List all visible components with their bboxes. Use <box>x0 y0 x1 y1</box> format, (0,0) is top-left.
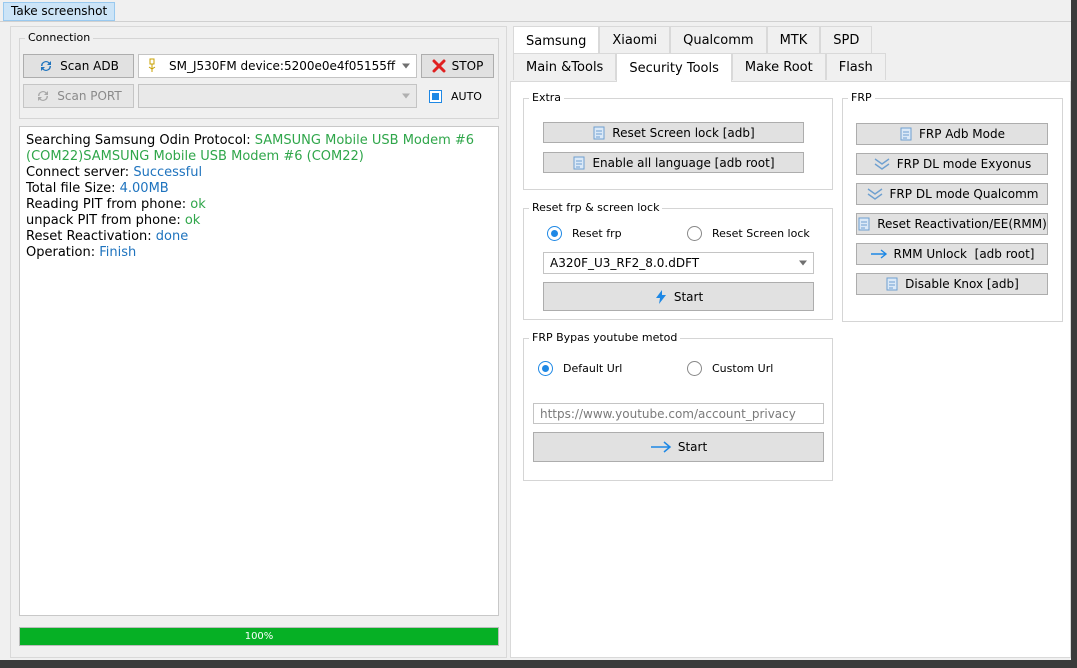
tab-main-tools[interactable]: Main &Tools <box>513 53 617 80</box>
top-bar: Take screenshot <box>0 0 1077 22</box>
disable-knox-button[interactable]: Disable Knox [adb] <box>856 273 1048 295</box>
arrow-right-icon <box>650 441 671 453</box>
scan-adb-label: Scan ADB <box>60 59 119 73</box>
reset-frp-start-button[interactable]: Start <box>543 282 814 311</box>
log-line: unpack PIT from phone: ok <box>26 213 201 228</box>
auto-label: AUTO <box>451 90 482 103</box>
double-chevron-down-icon <box>867 188 882 200</box>
frp-adb-mode-button[interactable]: FRP Adb Mode <box>856 123 1048 145</box>
close-icon <box>432 59 446 73</box>
firmware-select[interactable]: A320F_U3_RF2_8.0.dDFT <box>543 252 814 274</box>
refresh-icon <box>41 61 52 71</box>
lightning-icon <box>655 289 666 304</box>
log-line: Connect server: Successful <box>26 165 203 180</box>
scan-adb-button[interactable]: Scan ADB <box>23 54 134 78</box>
youtube-url-input[interactable]: https://www.youtube.com/account_privacy <box>533 403 824 424</box>
right-panel: Samsung Xiaomi Qualcomm MTK SPD Main &To… <box>510 26 1071 658</box>
auto-checkbox[interactable] <box>429 90 442 103</box>
connection-legend: Connection <box>25 31 94 44</box>
radio-reset-screen-lock[interactable]: Reset Screen lock <box>687 226 810 241</box>
tab-make-root[interactable]: Make Root <box>731 53 826 80</box>
device-value: SM_J530FM device:5200e0e4f05155ff <box>169 59 396 73</box>
radio-unselected-icon <box>687 361 702 376</box>
log-output: Searching Samsung Odin Protocol: SAMSUNG… <box>19 126 499 616</box>
log-line: Total file Size: 4.00MB <box>26 181 169 196</box>
usb-icon <box>148 58 156 72</box>
brand-tabs: Samsung Xiaomi Qualcomm MTK SPD <box>513 26 873 55</box>
log-line: Reset Reactivation: done <box>26 229 189 244</box>
document-icon <box>858 217 870 231</box>
extra-legend: Extra <box>529 91 565 104</box>
security-tools-page: Extra Reset Screen lock [adb] Enable all… <box>510 81 1071 658</box>
window-edge-bottom <box>0 660 1077 668</box>
window-edge-right <box>1071 0 1077 668</box>
tab-mtk[interactable]: MTK <box>766 26 821 53</box>
chevron-down-icon <box>799 260 807 266</box>
reset-frp-legend: Reset frp & screen lock <box>529 201 663 214</box>
tab-flash[interactable]: Flash <box>825 53 886 80</box>
arrow-right-icon <box>870 249 887 259</box>
reset-screen-lock-button[interactable]: Reset Screen lock [adb] <box>543 122 804 143</box>
left-panel: Connection Scan ADB SM_J530FM device:520… <box>10 26 507 658</box>
frp-youtube-group: FRP Bypas youtube metod Default Url Cust… <box>523 331 833 481</box>
document-icon <box>886 277 898 291</box>
document-icon <box>900 127 912 141</box>
radio-selected-icon <box>547 226 562 241</box>
tab-security-tools[interactable]: Security Tools <box>616 53 732 82</box>
reset-frp-group: Reset frp & screen lock Reset frp Reset … <box>523 201 833 320</box>
tab-samsung[interactable]: Samsung <box>513 26 600 55</box>
port-select[interactable] <box>138 84 417 108</box>
scan-port-label: Scan PORT <box>57 89 122 103</box>
take-screenshot-button[interactable]: Take screenshot <box>3 2 116 21</box>
radio-selected-icon <box>538 361 553 376</box>
radio-reset-frp[interactable]: Reset frp <box>547 226 622 241</box>
sub-tabs: Main &Tools Security Tools Make Root Fla… <box>513 53 886 82</box>
log-line: Reading PIT from phone: ok <box>26 197 206 212</box>
log-line: Searching Samsung Odin Protocol: SAMSUNG… <box>26 133 475 164</box>
rmm-unlock-button[interactable]: RMM Unlock [adb root] <box>856 243 1048 265</box>
radio-custom-url[interactable]: Custom Url <box>687 361 773 376</box>
document-icon <box>573 156 585 169</box>
stop-button[interactable]: STOP <box>421 54 494 78</box>
frp-group: FRP FRP Adb Mode FRP DL mode Exyonus FRP… <box>842 91 1063 322</box>
refresh-icon <box>38 91 49 101</box>
stop-label: STOP <box>451 59 484 73</box>
log-line: Operation: Finish <box>26 245 137 260</box>
device-select[interactable]: SM_J530FM device:5200e0e4f05155ff <box>138 54 417 78</box>
chevron-down-icon <box>402 63 410 69</box>
connection-group: Connection Scan ADB SM_J530FM device:520… <box>19 31 499 119</box>
tab-spd[interactable]: SPD <box>820 26 873 53</box>
double-chevron-down-icon <box>874 158 890 170</box>
document-icon <box>593 126 605 139</box>
scan-port-button[interactable]: Scan PORT <box>23 84 134 108</box>
enable-all-language-button[interactable]: Enable all language [adb root] <box>543 152 804 173</box>
tab-xiaomi[interactable]: Xiaomi <box>599 26 671 53</box>
frp-legend: FRP <box>848 91 875 104</box>
firmware-value: A320F_U3_RF2_8.0.dDFT <box>550 256 700 270</box>
extra-group: Extra Reset Screen lock [adb] Enable all… <box>523 91 833 190</box>
progress-bar: 100% <box>19 627 499 646</box>
radio-default-url[interactable]: Default Url <box>538 361 622 376</box>
frp-youtube-legend: FRP Bypas youtube metod <box>529 331 681 344</box>
tab-qualcomm[interactable]: Qualcomm <box>670 26 767 53</box>
reset-reactivation-button[interactable]: Reset Reactivation/EE(RMM) <box>856 213 1048 235</box>
frp-youtube-start-button[interactable]: Start <box>533 432 824 462</box>
frp-dl-exynos-button[interactable]: FRP DL mode Exyonus <box>856 153 1048 175</box>
radio-unselected-icon <box>687 226 702 241</box>
frp-dl-qualcomm-button[interactable]: FRP DL mode Qualcomm <box>856 183 1048 205</box>
chevron-down-icon <box>402 93 410 99</box>
progress-label: 100% <box>244 631 274 642</box>
